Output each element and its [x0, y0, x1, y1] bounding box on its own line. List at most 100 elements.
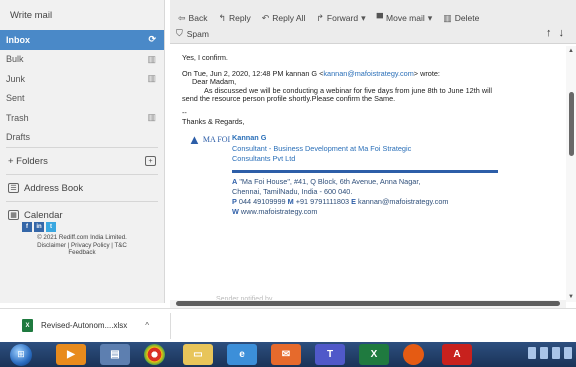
divider	[170, 313, 171, 339]
scrollbar-thumb[interactable]	[569, 92, 574, 156]
volume-icon[interactable]	[540, 347, 548, 359]
twitter-icon[interactable]: t	[46, 222, 56, 232]
chevron-up-icon[interactable]: ^	[145, 321, 149, 330]
firefox-icon[interactable]	[403, 344, 424, 365]
address-line: Chennai, TamilNadu, India - 600 040.	[232, 187, 353, 197]
horizontal-scrollbar[interactable]	[170, 300, 566, 308]
next-message-icon[interactable]: ↓	[559, 27, 565, 39]
delete-button[interactable]: ▥ Delete	[443, 13, 479, 24]
trash-icon[interactable]: ▥	[147, 73, 156, 84]
scroll-down-icon[interactable]: ▼	[568, 294, 574, 300]
quote-suffix: > wrote:	[413, 68, 440, 78]
outlook-icon[interactable]: ✉	[271, 344, 301, 365]
spam-label: Spam	[186, 28, 209, 39]
write-mail-button[interactable]: Write mail	[0, 0, 164, 30]
delete-label: Delete	[454, 13, 480, 23]
address-book-label: Address Book	[24, 182, 84, 194]
write-mail-label: Write mail	[10, 9, 53, 21]
social-links: f in t	[22, 222, 56, 232]
move-mail-button[interactable]: ▀ Move mail ▾	[377, 13, 433, 24]
sidebar-item-bulk[interactable]: Bulk ▥	[0, 50, 164, 70]
spam-button[interactable]: ⛉ Spam	[176, 28, 209, 39]
copyright-text: © 2021 Rediff.com India Limited.	[37, 234, 127, 241]
address-book-link[interactable]: ☰ Address Book	[0, 175, 164, 201]
sidebar-item-drafts[interactable]: Drafts	[0, 128, 164, 148]
network-icon[interactable]	[528, 347, 536, 359]
reply-button[interactable]: ↰ Reply	[218, 13, 250, 24]
linkedin-icon[interactable]: in	[34, 222, 44, 232]
signature-email-link[interactable]: kannan@mafoistrategy.com	[358, 197, 448, 206]
address-book-icon: ☰	[8, 183, 19, 193]
vertical-scrollbar[interactable]: ▲ ▼	[566, 46, 576, 302]
message-body: Yes, I confirm. On Tue, Jun 2, 2020, 12:…	[170, 46, 565, 302]
trash-icon[interactable]: ▥	[147, 112, 156, 123]
website-link[interactable]: www.mafoistrategy.com	[241, 207, 318, 216]
ie-icon[interactable]: e	[227, 344, 257, 365]
trash-icon: ▥	[443, 12, 452, 23]
folder-label: Drafts	[6, 132, 31, 143]
company-logo: ▲ MA FOI	[188, 133, 230, 145]
scroll-up-icon[interactable]: ▲	[568, 48, 574, 54]
download-item[interactable]: X Revised-Autonom....xlsx ^	[22, 319, 149, 332]
sidebar-item-trash[interactable]: Trash ▥	[0, 108, 164, 128]
folders-section[interactable]: + Folders +	[0, 148, 164, 174]
footer-links[interactable]: Disclaimer | Privacy Policy | T&C	[8, 242, 156, 250]
reply-all-button[interactable]: ↶ Reply All	[262, 13, 306, 24]
message-toolbar: ⇦ Back ↰ Reply ↶ Reply All ↱ Forward ▾ ▀…	[170, 0, 576, 44]
windows-taskbar: ⊞ ▶ ▤ ▭ e ✉ T X A	[0, 342, 576, 367]
acrobat-icon[interactable]: A	[442, 344, 472, 365]
folder-icon[interactable]: ▭	[183, 344, 213, 365]
teams-icon[interactable]: T	[315, 344, 345, 365]
signature-company: Consultants Pvt Ltd	[232, 154, 296, 164]
signature-address: A "Ma Foi House", #41, Q Block, 6th Aven…	[232, 177, 502, 187]
notification-icon[interactable]	[564, 347, 572, 359]
reply-all-label: Reply All	[272, 13, 306, 23]
media-player-icon[interactable]: ▶	[56, 344, 86, 365]
add-folder-icon[interactable]: +	[145, 156, 156, 166]
sidebar-item-sent[interactable]: Sent	[0, 89, 164, 109]
spam-shield-icon: ⛉	[176, 28, 183, 38]
excel-file-icon: X	[22, 319, 33, 332]
forward-button[interactable]: ↱ Forward ▾	[316, 13, 365, 24]
forward-label: Forward	[326, 13, 359, 23]
phone-label: P	[232, 197, 237, 207]
quote-header: On Tue, Jun 2, 2020, 12:48 PM kannan G <…	[182, 68, 555, 79]
dropdown-arrow-icon: ▾	[427, 12, 433, 23]
folders-label: + Folders	[8, 155, 48, 167]
mobile-number: +91 9791111803	[295, 197, 350, 207]
reply-icon: ↰	[218, 12, 226, 23]
refresh-icon[interactable]: ⟳	[148, 34, 156, 45]
body-line: send the resource person profile shortly…	[182, 94, 396, 104]
sidebar-item-inbox[interactable]: Inbox ⟳	[0, 30, 164, 50]
sidebar-footer: © 2021 Rediff.com India Limited. Disclai…	[0, 228, 164, 263]
previous-message-icon[interactable]: ↑	[546, 27, 552, 39]
sidebar: Write mail Inbox ⟳ Bulk ▥ Junk ▥ Sent Tr…	[0, 0, 165, 303]
start-button[interactable]: ⊞	[10, 343, 32, 366]
web-label: W	[232, 207, 239, 217]
explorer-icon[interactable]: ▤	[100, 344, 130, 365]
calendar-label: Calendar	[24, 209, 63, 221]
quote-email-link[interactable]: kannan@mafoistrategy.com	[323, 69, 413, 78]
signature-name: Kannan G	[232, 133, 267, 143]
download-bar: X Revised-Autonom....xlsx ^	[0, 308, 576, 342]
download-filename: Revised-Autonom....xlsx	[41, 321, 128, 330]
system-tray	[528, 347, 572, 359]
signature-contact: P 044 49109999 M +91 9791111803 E kannan…	[232, 197, 502, 207]
calendar-icon: ▦	[8, 210, 19, 220]
folder-label: Bulk	[6, 54, 24, 65]
move-mail-label: Move mail	[386, 13, 425, 23]
signature-web: W www.mafoistrategy.com	[232, 207, 502, 217]
forward-icon: ↱	[316, 12, 324, 23]
chrome-icon[interactable]	[144, 344, 165, 365]
excel-icon[interactable]: X	[359, 344, 389, 365]
battery-icon[interactable]	[552, 347, 560, 359]
facebook-icon[interactable]: f	[22, 222, 32, 232]
sidebar-item-junk[interactable]: Junk ▥	[0, 69, 164, 89]
folder-label: Trash	[6, 112, 29, 123]
feedback-link[interactable]: Feedback	[8, 249, 156, 257]
reply-label: Reply	[229, 13, 251, 23]
scrollbar-thumb[interactable]	[176, 301, 560, 306]
trash-icon[interactable]: ▥	[147, 54, 156, 65]
phone-number: 044 49109999	[238, 197, 286, 207]
back-button[interactable]: ⇦ Back	[178, 13, 207, 24]
